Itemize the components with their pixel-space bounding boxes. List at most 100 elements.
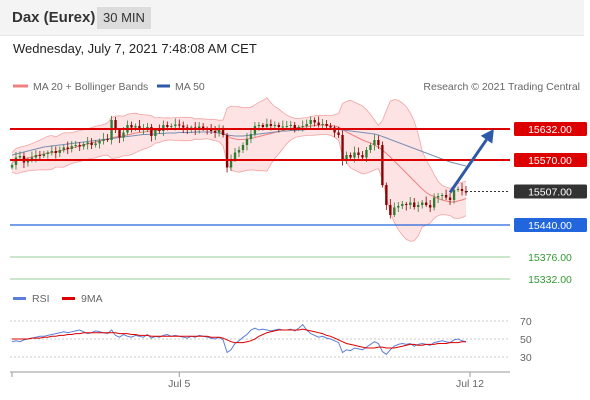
candle-body bbox=[66, 147, 69, 149]
candle-body bbox=[38, 155, 42, 156]
time-axis-label: Jul 5 bbox=[168, 378, 190, 390]
bollinger-legend-label: MA 20 + Bollinger Bands bbox=[33, 81, 148, 93]
candle-body bbox=[281, 126, 284, 128]
bollinger-legend-swatch bbox=[13, 84, 28, 88]
rsi-level-label: 50 bbox=[520, 334, 532, 346]
candle-body bbox=[313, 120, 316, 123]
candle-body bbox=[70, 146, 73, 149]
candle-body bbox=[261, 125, 265, 127]
candle-body bbox=[122, 132, 125, 138]
candle-body bbox=[337, 132, 340, 135]
candle-body bbox=[365, 150, 368, 158]
candle-body bbox=[305, 124, 308, 126]
candle-body bbox=[166, 125, 169, 127]
bollinger-band bbox=[12, 97, 466, 242]
candle-body bbox=[102, 139, 105, 141]
candle-body bbox=[78, 145, 81, 147]
candle-body bbox=[213, 131, 217, 133]
candle-body bbox=[14, 157, 18, 165]
candle-body bbox=[257, 125, 261, 126]
candle-body bbox=[329, 126, 332, 128]
candle-body bbox=[82, 144, 85, 147]
candle-body bbox=[417, 205, 420, 207]
candle-body bbox=[432, 197, 436, 208]
candle-body bbox=[321, 124, 324, 125]
level-label-resistance: 15570.00 bbox=[528, 155, 572, 167]
candle-body bbox=[452, 190, 456, 200]
candle-body bbox=[349, 155, 352, 158]
candle-body bbox=[409, 202, 412, 205]
candle-body bbox=[389, 205, 392, 215]
candle-body bbox=[456, 189, 460, 190]
candle-body bbox=[74, 145, 77, 146]
level-label-resistance: 15632.00 bbox=[528, 124, 572, 136]
candle-body bbox=[46, 152, 50, 154]
candle-body bbox=[325, 124, 328, 126]
candle-body bbox=[401, 204, 404, 206]
candle-body bbox=[62, 147, 65, 150]
rsi-level-label: 30 bbox=[520, 352, 532, 364]
candle-body bbox=[265, 124, 269, 127]
price-pane bbox=[10, 97, 468, 242]
candle-body bbox=[54, 151, 57, 153]
candle-body bbox=[58, 150, 61, 153]
candle-body bbox=[289, 125, 292, 126]
candle-body bbox=[42, 154, 46, 156]
rsi-ma-legend-label: 9MA bbox=[81, 293, 103, 305]
candle-body bbox=[98, 141, 101, 144]
candle-body bbox=[90, 142, 93, 145]
candle-body bbox=[118, 130, 121, 138]
forecast-arrow-head bbox=[480, 129, 494, 144]
candle-body bbox=[130, 125, 133, 128]
candle-body bbox=[436, 196, 440, 198]
candle-body bbox=[34, 155, 38, 158]
candle-body bbox=[381, 145, 384, 185]
candle-body bbox=[309, 120, 312, 124]
candle-body bbox=[357, 152, 360, 155]
candle-body bbox=[106, 139, 109, 140]
level-label-current: 15507.00 bbox=[528, 187, 572, 199]
candle-body bbox=[233, 152, 237, 160]
candle-body bbox=[413, 202, 416, 207]
rsi-ma-legend-swatch bbox=[62, 297, 75, 300]
candle-body bbox=[397, 206, 400, 208]
candle-body bbox=[174, 124, 177, 126]
candle-body bbox=[353, 152, 356, 158]
time-axis-label: Jul 12 bbox=[456, 378, 484, 390]
candle-body bbox=[241, 145, 245, 150]
candle-body bbox=[273, 125, 277, 126]
candle-body bbox=[448, 197, 452, 200]
candle-body bbox=[225, 135, 229, 168]
candle-body bbox=[182, 125, 185, 128]
level-label-target: 15376.00 bbox=[528, 252, 572, 264]
candle-body bbox=[209, 130, 213, 131]
candle-body bbox=[428, 205, 432, 208]
candle-body bbox=[245, 139, 249, 145]
level-label-support: 15440.00 bbox=[528, 220, 572, 232]
candle-body bbox=[393, 207, 396, 215]
candle-body bbox=[421, 202, 424, 205]
candle-body bbox=[269, 124, 273, 126]
forecast-arrow-shaft bbox=[448, 138, 488, 194]
chart-canvas: MA 20 + Bollinger Bands MA 50 Research ©… bbox=[10, 81, 587, 390]
candle-body bbox=[440, 195, 444, 196]
candle-body bbox=[317, 122, 320, 125]
candle-body bbox=[249, 134, 253, 139]
rsi-pane: 70 50 30 bbox=[10, 316, 532, 364]
candle-body bbox=[444, 195, 448, 198]
candle-body bbox=[405, 204, 408, 205]
level-label-target: 15332.00 bbox=[528, 274, 572, 286]
candle-body bbox=[361, 155, 364, 158]
rsi-legend-label: RSI bbox=[32, 293, 50, 305]
candle-body bbox=[424, 202, 428, 205]
time-axis: Jul 5 Jul 12 bbox=[10, 371, 510, 390]
rsi-legend-swatch bbox=[13, 297, 26, 300]
ma50-legend-label: MA 50 bbox=[175, 81, 205, 93]
candle-body bbox=[94, 143, 97, 145]
ma50-legend-swatch bbox=[157, 84, 170, 88]
candle-body bbox=[277, 125, 281, 127]
candle-body bbox=[229, 160, 233, 168]
candle-body bbox=[285, 126, 288, 127]
candle-body bbox=[10, 165, 14, 168]
candle-body bbox=[460, 189, 464, 191]
